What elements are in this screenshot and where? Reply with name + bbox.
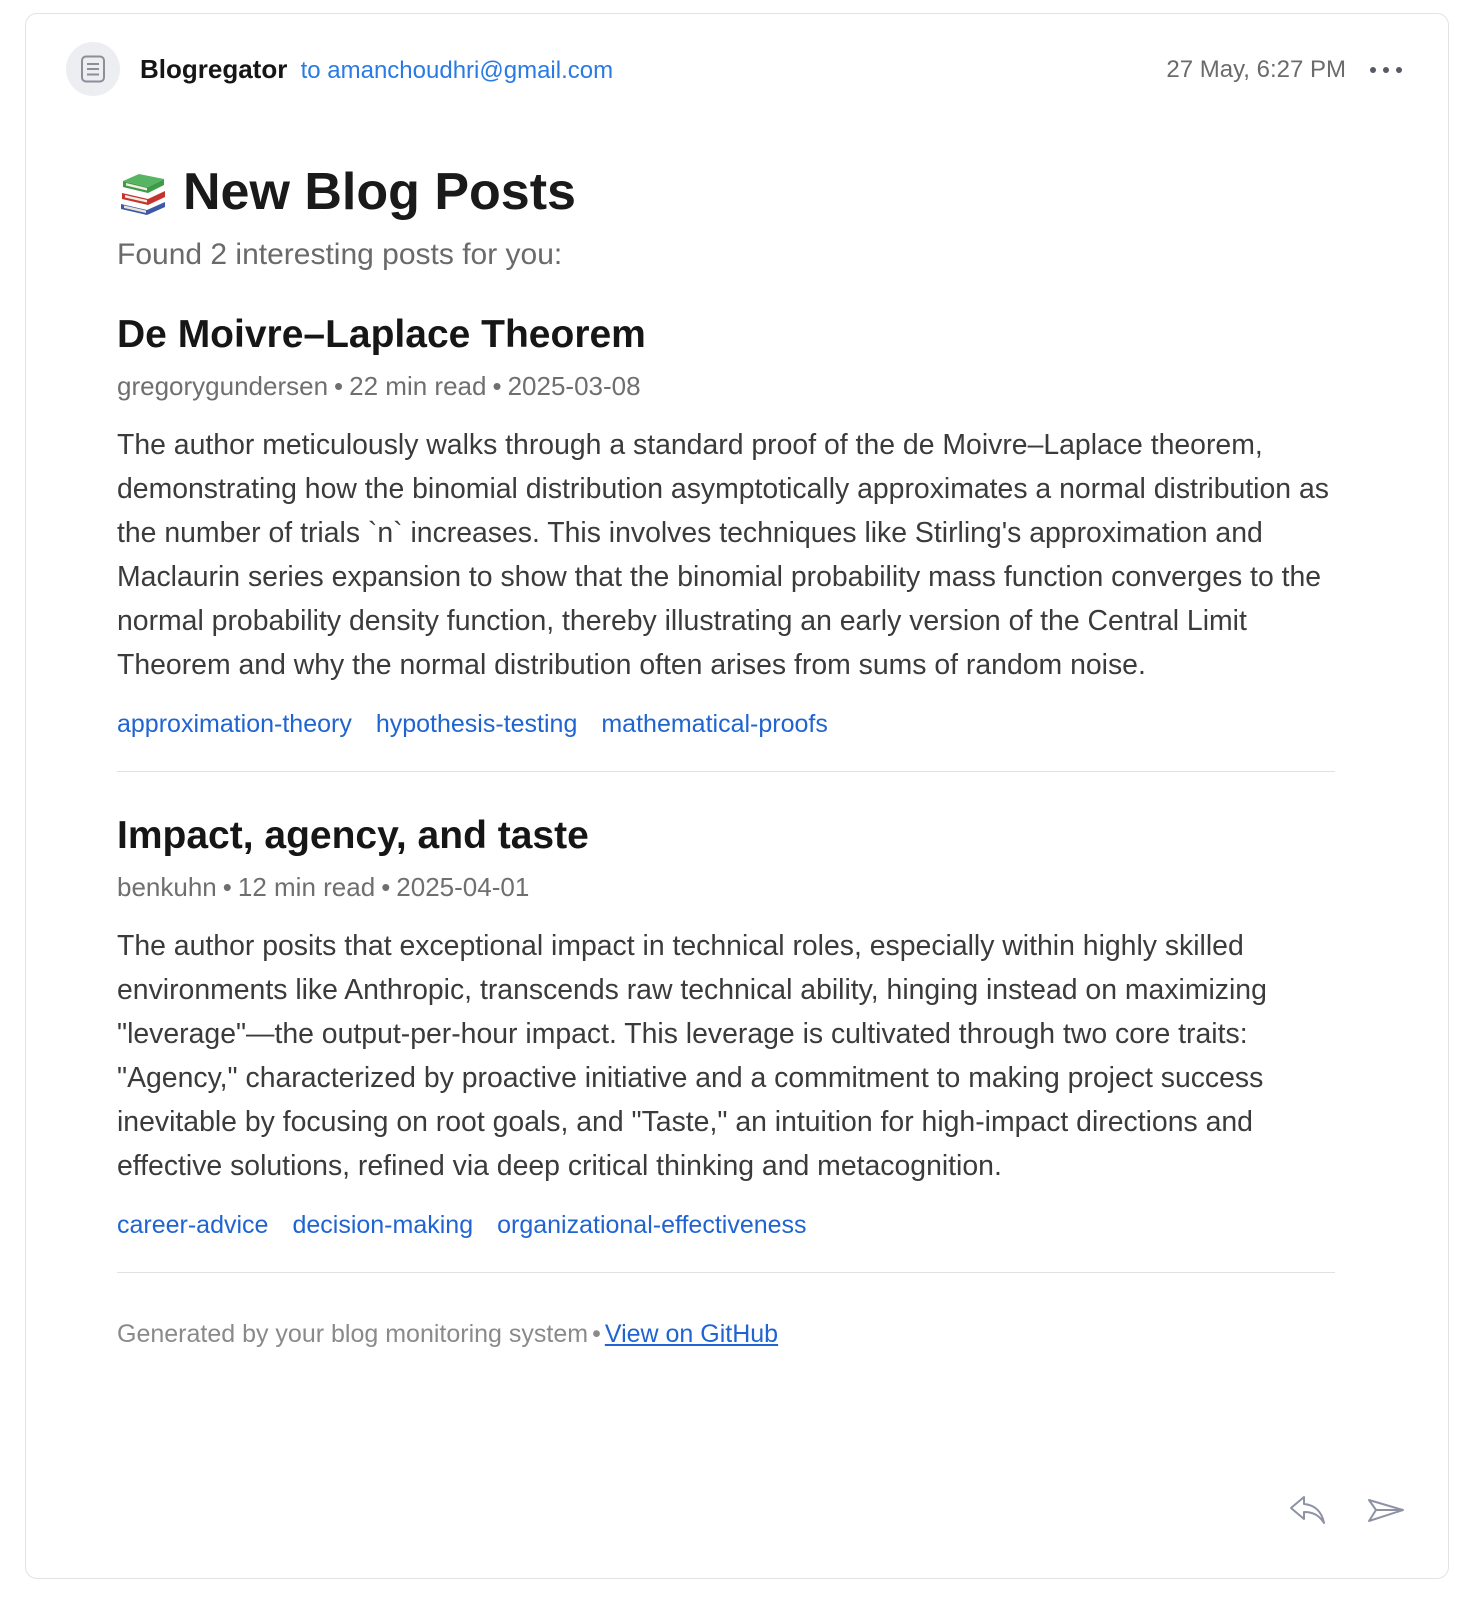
post-title[interactable]: De Moivre–Laplace Theorem (117, 311, 1335, 359)
post-item: Impact, agency, and taste benkuhn • 12 min… (117, 812, 1335, 1273)
github-link[interactable]: View on GitHub (605, 1320, 778, 1348)
tag-link[interactable]: organizational-effectiveness (497, 1208, 806, 1242)
meta-separator: • (381, 872, 391, 902)
post-meta: gregorygundersen • 22 min read • 2025-03-08 (117, 369, 1335, 403)
post-tags: career-advice decision-making organizati… (117, 1208, 1335, 1242)
reply-icon (1290, 1496, 1325, 1524)
post-item: De Moivre–Laplace Theorem gregorygunders… (117, 311, 1335, 772)
post-date: 2025-03-08 (507, 371, 641, 401)
post-summary: The author posits that exceptional impac… (117, 930, 1267, 1182)
tag-link[interactable]: decision-making (292, 1208, 473, 1242)
meta-separator: • (492, 371, 502, 401)
post-read-time: 22 min read (349, 371, 487, 401)
post-tags: approximation-theory hypothesis-testing … (117, 707, 1335, 741)
message-actions (1286, 1492, 1408, 1528)
reply-button[interactable] (1286, 1492, 1330, 1528)
post-summary: The author meticulously walks through a … (117, 429, 1329, 681)
forward-button[interactable] (1364, 1492, 1408, 1528)
intro-text: Found 2 interesting posts for you: (117, 238, 563, 271)
document-icon (81, 55, 105, 83)
footer-separator: • (592, 1320, 601, 1348)
post-read-time: 12 min read (237, 872, 376, 902)
tag-link[interactable]: mathematical-proofs (601, 707, 827, 741)
more-horizontal-icon (1370, 67, 1402, 73)
meta-separator: • (222, 872, 232, 902)
recipient-line[interactable]: to amanchoudhri@gmail.com (301, 57, 614, 84)
tag-link[interactable]: career-advice (117, 1208, 268, 1242)
footer-text: Generated by your blog monitoring system (117, 1320, 589, 1348)
sender-name[interactable]: Blogregator (140, 54, 287, 84)
sender-avatar[interactable] (66, 42, 120, 96)
tag-link[interactable]: approximation-theory (117, 707, 352, 741)
email-card: Blogregator to amanchoudhri@gmail.com 27… (25, 13, 1449, 1579)
email-timestamp: 27 May, 6:27 PM (1166, 56, 1346, 83)
more-options-button[interactable] (1366, 60, 1406, 80)
post-date: 2025-04-01 (396, 872, 530, 902)
meta-separator: • (334, 371, 344, 401)
title-row: New Blog Posts (117, 159, 1335, 225)
sender-line: Blogregator to amanchoudhri@gmail.com (140, 52, 613, 88)
post-meta: benkuhn • 12 min read • 2025-04-01 (117, 870, 1335, 904)
email-body: New Blog Posts Found 2 interesting posts… (117, 159, 1335, 1351)
books-icon (121, 174, 165, 215)
post-title[interactable]: Impact, agency, and taste (117, 812, 1335, 860)
post-author: gregorygundersen (117, 371, 329, 401)
email-footer: Generated by your blog monitoring system… (117, 1317, 1335, 1351)
forward-icon (1368, 1499, 1404, 1522)
tag-link[interactable]: hypothesis-testing (376, 707, 578, 741)
post-author: benkuhn (117, 872, 217, 902)
page-title: New Blog Posts (183, 163, 576, 221)
